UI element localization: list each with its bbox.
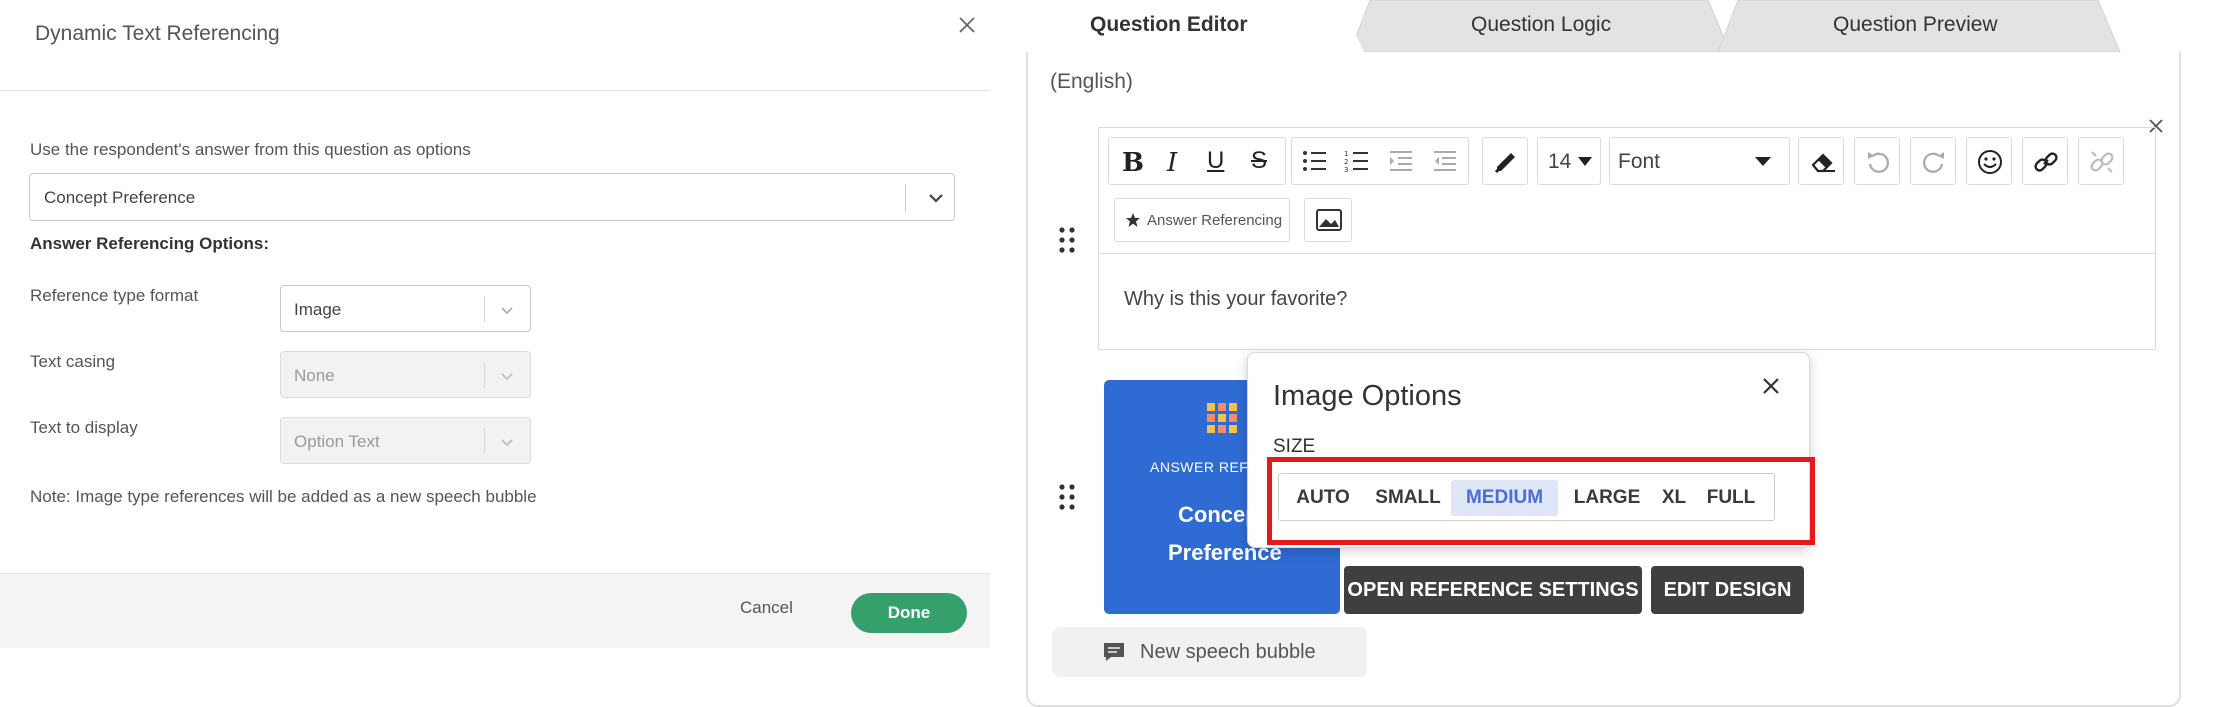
text-color-icon[interactable] (1485, 139, 1525, 183)
divider (484, 362, 485, 388)
svg-text:1: 1 (1344, 150, 1348, 158)
underline-button[interactable]: U (1195, 139, 1235, 183)
close-icon[interactable] (1757, 372, 1785, 400)
insert-image-button[interactable] (1304, 198, 1352, 242)
list-group: 123 (1291, 137, 1469, 185)
answer-referencing-label: Answer Referencing (1147, 212, 1283, 229)
bold-button[interactable]: B (1111, 139, 1151, 183)
done-button[interactable]: Done (851, 593, 967, 633)
chevron-down-icon[interactable] (498, 367, 516, 385)
tab-question-editor[interactable]: Question Editor (1090, 13, 1248, 37)
dialog-footer (0, 573, 990, 648)
divider (905, 184, 906, 212)
font-family-value: Font (1618, 150, 1661, 173)
chevron-down-icon[interactable] (498, 433, 516, 451)
text-to-display-label: Text to display (30, 418, 138, 437)
open-reference-settings-button[interactable]: OPEN REFERENCE SETTINGS (1344, 566, 1642, 614)
text-casing-select[interactable]: None (280, 351, 531, 398)
dynamic-text-referencing-dialog: Dynamic Text Referencing Use the respond… (0, 0, 990, 707)
chevron-down-icon[interactable] (926, 188, 946, 208)
question-source-select[interactable]: Concept Preference (29, 173, 955, 221)
divider (484, 296, 485, 322)
clear-format-group (1798, 137, 1844, 185)
tab-bar: Question Editor Question Logic Question … (1000, 0, 2228, 52)
emoji-icon[interactable] (1969, 139, 2009, 183)
svg-text:2: 2 (1344, 158, 1348, 166)
drag-handle-icon[interactable] (1056, 225, 1078, 255)
text-casing-label: Text casing (30, 352, 116, 371)
numbered-list-icon[interactable]: 123 (1336, 139, 1376, 183)
speech-bubble-icon (1104, 643, 1124, 661)
new-speech-bubble-label: New speech bubble (1140, 641, 1316, 663)
font-family-select[interactable]: Font (1609, 137, 1790, 185)
options-heading: Answer Referencing Options: (30, 234, 269, 253)
highlight-box (1267, 457, 1815, 545)
answer-referencing-button[interactable]: Answer Referencing (1114, 198, 1290, 242)
bullet-list-icon[interactable] (1294, 139, 1334, 183)
link-group (2022, 137, 2068, 185)
link-icon[interactable] (2025, 139, 2065, 183)
unlink-group (2078, 137, 2124, 185)
unlink-icon[interactable] (2081, 139, 2121, 183)
language-label: (English) (1050, 70, 1133, 93)
cancel-button[interactable]: Cancel (740, 598, 793, 618)
dialog-title: Dynamic Text Referencing (35, 22, 280, 45)
size-label: SIZE (1273, 436, 1316, 457)
font-size-select[interactable]: 14 (1537, 137, 1601, 185)
emoji-group (1966, 137, 2012, 185)
question-source-value: Concept Preference (44, 188, 196, 207)
question-source-label: Use the respondent's answer from this qu… (30, 140, 471, 159)
edit-design-button[interactable]: EDIT DESIGN (1651, 566, 1804, 614)
undo-icon[interactable] (1857, 139, 1897, 183)
image-options-title: Image Options (1273, 380, 1462, 412)
star-icon (1126, 213, 1140, 227)
svg-text:3: 3 (1344, 166, 1348, 173)
text-format-group: B I U S (1108, 137, 1286, 185)
image-reference-note: Note: Image type references will be adde… (30, 487, 537, 506)
tab-question-logic[interactable]: Question Logic (1471, 13, 1611, 37)
tab-question-preview[interactable]: Question Preview (1833, 13, 1998, 37)
undo-group (1854, 137, 1900, 185)
new-speech-bubble-button[interactable]: New speech bubble (1052, 627, 1367, 677)
reference-type-label: Reference type format (30, 286, 199, 305)
question-text-input[interactable]: Why is this your favorite? (1098, 253, 2156, 350)
outdent-icon[interactable] (1424, 139, 1464, 183)
text-to-display-value: Option Text (294, 432, 380, 451)
close-icon[interactable] (954, 12, 980, 38)
redo-group (1910, 137, 1956, 185)
text-casing-value: None (294, 366, 335, 385)
eraser-icon[interactable] (1801, 139, 1841, 183)
text-color-group (1482, 137, 1528, 185)
grid-icon (1207, 403, 1237, 433)
font-size-value: 14 (1548, 150, 1572, 173)
question-text: Why is this your favorite? (1124, 288, 1348, 310)
divider (0, 90, 990, 91)
chevron-down-icon[interactable] (498, 301, 516, 319)
reference-type-value: Image (294, 300, 342, 319)
redo-icon[interactable] (1913, 139, 1953, 183)
drag-handle-icon[interactable] (1056, 482, 1078, 512)
caret-down-icon (1755, 157, 1771, 166)
text-to-display-select[interactable]: Option Text (280, 417, 531, 464)
image-icon (1316, 209, 1342, 231)
indent-icon[interactable] (1380, 139, 1420, 183)
strikethrough-button[interactable]: S (1239, 139, 1279, 183)
italic-button[interactable]: I (1153, 139, 1193, 183)
reference-type-select[interactable]: Image (280, 285, 531, 332)
caret-down-icon (1578, 157, 1592, 166)
divider (484, 428, 485, 454)
